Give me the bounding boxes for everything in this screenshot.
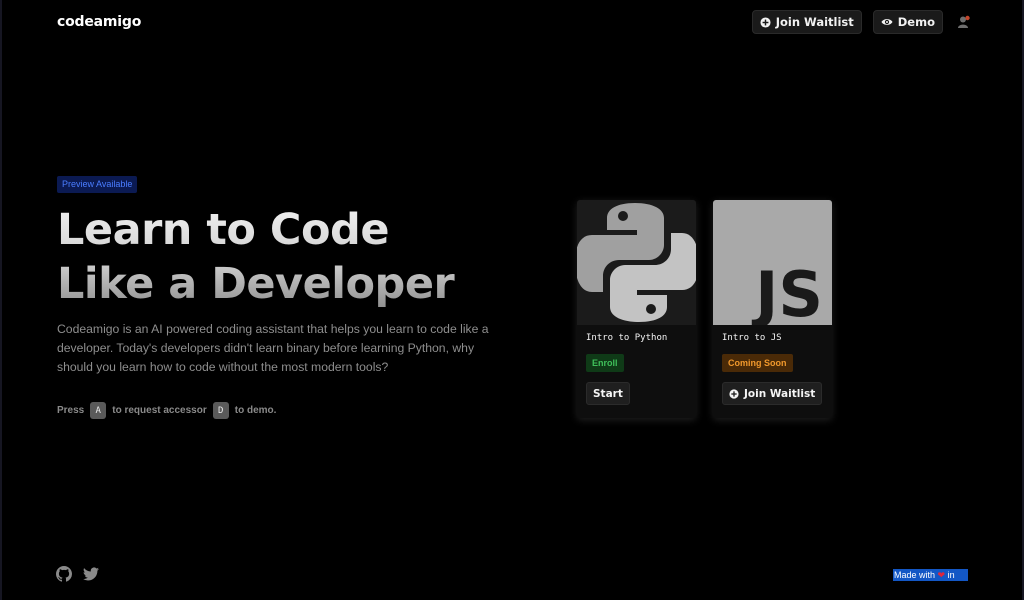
page-title: Learn to Code Like a Developer [57, 203, 537, 311]
join-waitlist-button[interactable]: Join Waitlist [751, 10, 862, 34]
twitter-icon[interactable] [83, 566, 99, 582]
title-line-2: Like a Developer [57, 259, 455, 309]
demo-label: Demo [897, 15, 935, 29]
join-waitlist-card-label: Join Waitlist [744, 387, 816, 400]
plus-circle-icon [729, 388, 739, 399]
js-logo-text: JS [751, 258, 823, 325]
press-suffix: to demo. [234, 405, 277, 416]
preview-badge: Preview Available [57, 176, 138, 193]
join-waitlist-label: Join Waitlist [775, 15, 854, 29]
eye-icon [881, 19, 893, 25]
enroll-badge: Enroll [586, 354, 624, 372]
keyboard-hint: Press A to request accessor D to demo. [57, 402, 276, 419]
coming-soon-badge: Coming Soon [722, 354, 793, 372]
made-with-badge[interactable]: Made with ❤ in [893, 569, 968, 581]
join-waitlist-card-button[interactable]: Join Waitlist [722, 382, 823, 405]
social-links [56, 566, 99, 582]
press-middle: to request accessor [112, 405, 207, 416]
start-button[interactable]: Start [586, 382, 630, 405]
user-avatar-icon[interactable] [957, 15, 971, 29]
key-d[interactable]: D [212, 402, 229, 419]
heart-icon: ❤ [937, 570, 946, 580]
course-card-python[interactable]: Intro to Python Enroll Start [577, 200, 696, 418]
github-icon[interactable] [56, 566, 72, 582]
made-with-prefix: Made with [894, 570, 936, 580]
python-logo-icon [577, 200, 696, 325]
hero-description: Codeamigo is an AI powered coding assist… [57, 322, 489, 374]
top-nav: Join Waitlist Demo [751, 10, 971, 34]
demo-button[interactable]: Demo [872, 10, 943, 34]
key-a[interactable]: A [90, 402, 107, 419]
press-prefix: Press [57, 405, 85, 416]
course-card-js[interactable]: JS Intro to JS Coming Soon Join Waitlist [713, 200, 832, 418]
card-title: Intro to JS [722, 333, 782, 343]
plus-circle-icon [760, 16, 771, 28]
logo[interactable]: codeamigo [57, 14, 141, 30]
js-logo-icon: JS [713, 200, 832, 325]
card-title: Intro to Python [586, 333, 668, 343]
start-label: Start [593, 387, 623, 400]
title-line-1: Learn to Code [57, 205, 389, 255]
landing-page: codeamigo Join Waitlist Demo Preview Ava… [0, 0, 1024, 600]
made-with-suffix: in [947, 570, 955, 580]
